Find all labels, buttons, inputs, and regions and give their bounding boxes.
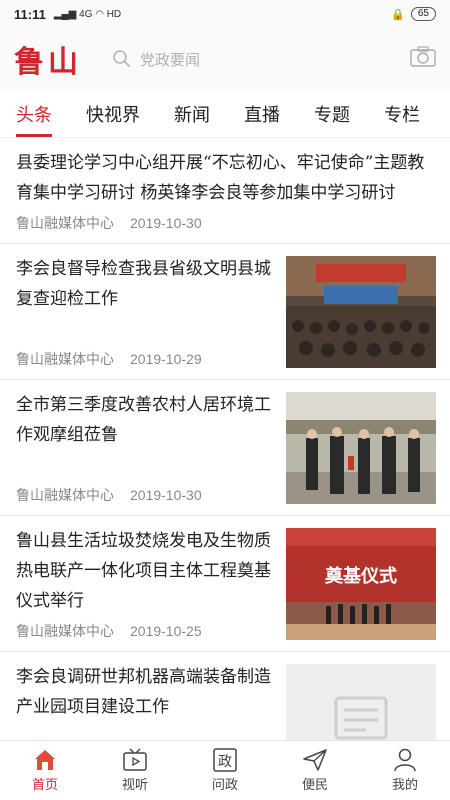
news-meta: 鲁山融媒体中心 2019-10-25 <box>16 621 202 641</box>
news-item[interactable]: 李会良督导检查我县省级文明县城复查迎检工作 鲁山融媒体中心 2019-10-29 <box>0 244 450 380</box>
zheng-icon: 政 <box>213 748 237 772</box>
nav-home[interactable]: 首页 <box>0 741 90 800</box>
news-title: 李会良调研世邦机器高端装备制造产业园项目建设工作 <box>16 667 271 717</box>
news-date: 2019-10-30 <box>130 215 202 231</box>
zheng-glyph: 政 <box>218 754 232 770</box>
news-title: 鲁山县生活垃圾焚烧发电及生物质热电联产一体化项目主体工程奠基仪式举行 <box>16 531 271 611</box>
battery-indicator: 65 <box>410 7 436 21</box>
tv-icon <box>123 748 147 771</box>
tab-special[interactable]: 专题 <box>314 101 350 127</box>
app-logo: 鲁山 <box>14 45 82 80</box>
news-title: 县委理论学习中心组开展“不忘初心、牢记使命”主题教育集中学习研讨 杨英锋李会良等… <box>16 153 425 203</box>
banner-text: 奠基仪式 <box>324 565 397 587</box>
bottom-nav: 首页 视听 政 问政 便民 我的 <box>0 740 450 800</box>
nav-media-label: 视听 <box>121 777 148 792</box>
nav-politics-label: 问政 <box>211 777 238 792</box>
news-thumbnail <box>286 256 436 368</box>
news-source: 鲁山融媒体中心 <box>16 351 114 367</box>
status-bar: 11:11 ▂▄▆ 4G ◠ HD 🔒 65 <box>0 0 450 28</box>
news-title: 李会良督导检查我县省级文明县城复查迎检工作 <box>16 259 271 309</box>
camera-button[interactable] <box>410 46 436 72</box>
tab-quick-view[interactable]: 快视界 <box>86 101 140 127</box>
tab-live[interactable]: 直播 <box>244 101 280 127</box>
category-tabs: 头条 快视界 新闻 直播 专题 专栏 文化 <box>0 90 450 138</box>
tab-headline[interactable]: 头条 <box>16 101 52 137</box>
news-source: 鲁山融媒体中心 <box>16 487 114 503</box>
news-source: 鲁山融媒体中心 <box>16 623 114 639</box>
signal-icon: ▂▄▆ 4G ◠ HD <box>53 8 122 20</box>
nav-home-label: 首页 <box>31 777 58 792</box>
lock-icon: 🔒 <box>391 8 405 21</box>
send-icon <box>303 749 327 771</box>
news-date: 2019-10-30 <box>130 487 202 503</box>
news-meta: 鲁山融媒体中心 2019-10-30 <box>16 485 202 505</box>
news-thumbnail-placeholder <box>286 664 436 740</box>
nav-media[interactable]: 视听 <box>90 741 180 800</box>
tab-news[interactable]: 新闻 <box>174 101 210 127</box>
news-item[interactable]: 全市第三季度改善农村人居环境工作观摩组莅鲁 鲁山融媒体中心 2019-10-30 <box>0 380 450 516</box>
nav-service-label: 便民 <box>301 777 328 792</box>
search-input[interactable]: 党政要闻 <box>112 41 382 77</box>
news-meta: 鲁山融媒体中心 2019-10-29 <box>16 349 202 369</box>
user-icon <box>394 748 416 772</box>
status-time: 11:11 <box>14 6 46 22</box>
news-item[interactable]: 鲁山县生活垃圾焚烧发电及生物质热电联产一体化项目主体工程奠基仪式举行 鲁山融媒体… <box>0 516 450 652</box>
news-thumbnail: 奠基仪式 <box>286 528 436 640</box>
search-icon <box>113 50 131 68</box>
nav-me[interactable]: 我的 <box>360 741 450 800</box>
news-meta: 鲁山融媒体中心 2019-10-30 <box>16 213 202 233</box>
status-right: 🔒 65 <box>391 7 436 21</box>
news-title: 全市第三季度改善农村人居环境工作观摩组莅鲁 <box>16 395 271 445</box>
home-icon <box>35 750 55 770</box>
app-header: 鲁山 党政要闻 <box>0 28 450 90</box>
news-date: 2019-10-29 <box>130 351 202 367</box>
news-date: 2019-10-25 <box>130 623 202 639</box>
search-placeholder: 党政要闻 <box>140 50 201 69</box>
nav-me-label: 我的 <box>391 777 418 792</box>
nav-service[interactable]: 便民 <box>270 741 360 800</box>
news-item[interactable]: 李会良调研世邦机器高端装备制造产业园项目建设工作 <box>0 652 450 740</box>
tab-column[interactable]: 专栏 <box>384 101 420 127</box>
news-list: 县委理论学习中心组开展“不忘初心、牢记使命”主题教育集中学习研讨 杨英锋李会良等… <box>0 138 450 740</box>
nav-politics[interactable]: 政 问政 <box>180 741 270 800</box>
news-source: 鲁山融媒体中心 <box>16 215 114 231</box>
news-item[interactable]: 县委理论学习中心组开展“不忘初心、牢记使命”主题教育集中学习研讨 杨英锋李会良等… <box>0 138 450 244</box>
news-thumbnail <box>286 392 436 504</box>
camera-icon <box>410 46 436 67</box>
